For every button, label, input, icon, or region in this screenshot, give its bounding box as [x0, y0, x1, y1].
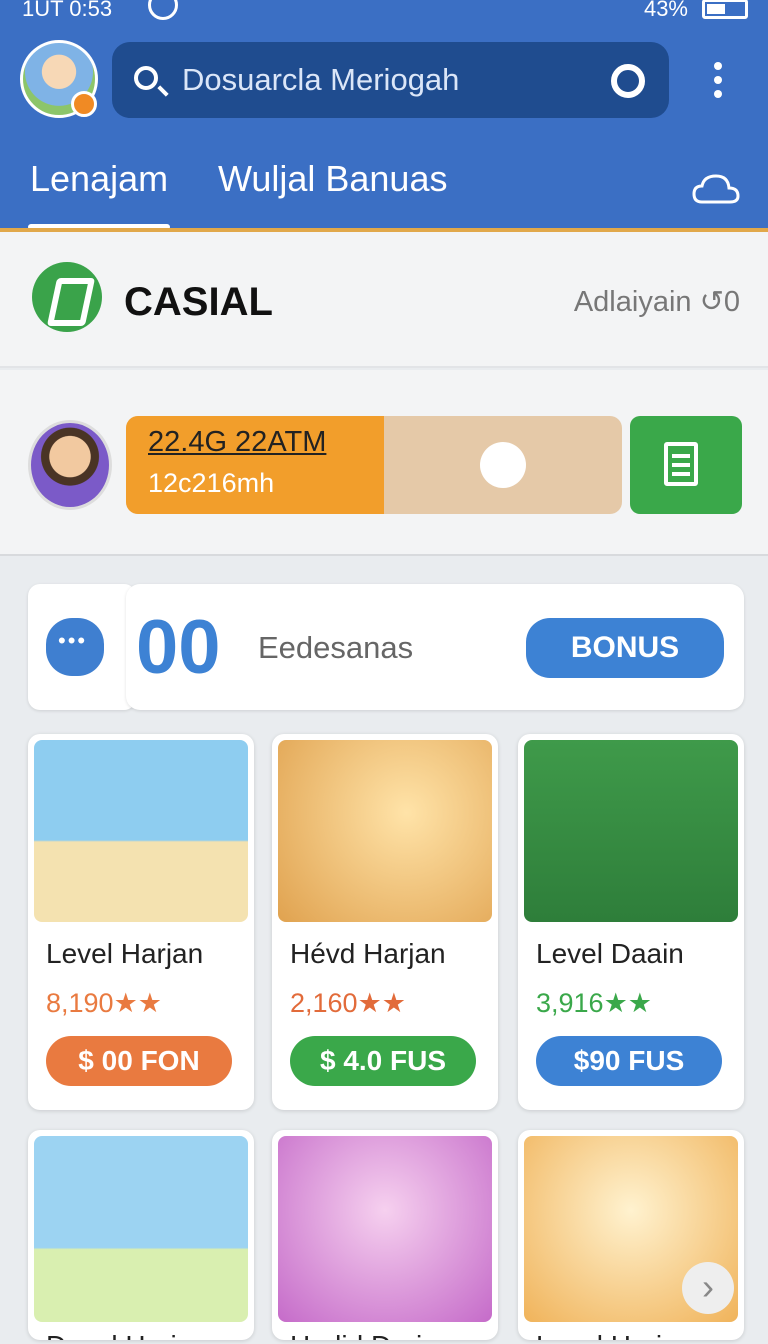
reward-image: [278, 740, 492, 922]
status-bar: 1UT 0:53 43%: [0, 0, 768, 24]
cloud-icon[interactable]: [692, 172, 740, 208]
reward-image: [524, 740, 738, 922]
section-side-text[interactable]: Adlaiyain ↺0: [574, 284, 740, 319]
document-icon: [664, 442, 698, 486]
document-button[interactable]: [630, 416, 742, 514]
tab-wuljal-banuas[interactable]: Wuljal Banuas: [218, 158, 447, 200]
reward-price-button[interactable]: $90 FUS: [536, 1036, 722, 1086]
reward-name: Devel Harjan: [46, 1330, 208, 1340]
reward-price-button[interactable]: $ 00 FON: [46, 1036, 232, 1086]
section-title: CASIAL: [124, 280, 273, 324]
progress-line2: 12c216mh: [148, 468, 275, 498]
reward-price-button[interactable]: $ 4.0 FUS: [290, 1036, 476, 1086]
progress-line1: 22.4G 22ATM: [148, 426, 327, 458]
reward-name: Level Harjan: [536, 1330, 693, 1340]
battery-percent: 43%: [643, 0, 688, 21]
chat-icon: [46, 618, 104, 676]
clock-icon: [148, 0, 178, 20]
reward-score: 2,160★★: [290, 988, 406, 1018]
reward-image: [34, 1136, 248, 1322]
reward-image: [34, 740, 248, 922]
profile-avatar[interactable]: [20, 40, 98, 118]
reward-card[interactable]: Hedid Derjan: [272, 1130, 498, 1340]
play-icon[interactable]: [480, 442, 526, 488]
status-right: 43%: [644, 0, 748, 22]
reward-card[interactable]: Level Harjan 8,190★★ $ 00 FON: [28, 734, 254, 1110]
reward-name: Hévd Harjan: [290, 938, 446, 969]
casial-logo-icon: [32, 262, 102, 332]
notification-badge: [71, 91, 97, 117]
tab-bar: Lenajam Wuljal Banuas: [0, 150, 768, 232]
app-header: 1UT 0:53 43% Dosuarcla Meriogah Lenajam …: [0, 0, 768, 232]
search-bar[interactable]: Dosuarcla Meriogah: [112, 42, 669, 118]
tab-lenajam[interactable]: Lenajam: [30, 158, 168, 200]
battery-icon: [702, 0, 748, 19]
bonus-box: 00 Eedesanas BONUS: [126, 584, 744, 710]
bonus-button[interactable]: BONUS: [526, 618, 724, 678]
reward-name: Level Harjan: [46, 938, 204, 969]
progress-band: 22.4G 22ATM 12c216mh: [0, 370, 768, 556]
status-time: 1UT 0:53: [22, 0, 113, 21]
menu-icon[interactable]: [714, 62, 724, 102]
chat-button[interactable]: [28, 584, 136, 710]
search-icon: [134, 66, 158, 90]
bonus-label: Eedesanas: [258, 630, 414, 665]
reward-name: Level Daain: [536, 938, 684, 969]
section-header: CASIAL Adlaiyain ↺0: [0, 232, 768, 368]
reward-name: Hedid Derjan: [290, 1330, 453, 1340]
search-input[interactable]: Dosuarcla Meriogah: [182, 62, 459, 98]
reward-image: [278, 1136, 492, 1322]
record-icon[interactable]: [611, 64, 645, 98]
reward-score: 3,916★★: [536, 988, 652, 1018]
bonus-count: 00: [136, 605, 221, 690]
reward-score: 8,190★★: [46, 988, 162, 1018]
reward-card[interactable]: Hévd Harjan 2,160★★ $ 4.0 FUS: [272, 734, 498, 1110]
reward-card[interactable]: Level Daain 3,916★★ $90 FUS: [518, 734, 744, 1110]
user-avatar[interactable]: [28, 420, 112, 510]
reward-card[interactable]: Devel Harjan: [28, 1130, 254, 1340]
bonus-row: 00 Eedesanas BONUS: [28, 584, 744, 710]
progress-bar[interactable]: 22.4G 22ATM 12c216mh: [126, 416, 622, 514]
next-icon[interactable]: ›: [682, 1262, 734, 1314]
